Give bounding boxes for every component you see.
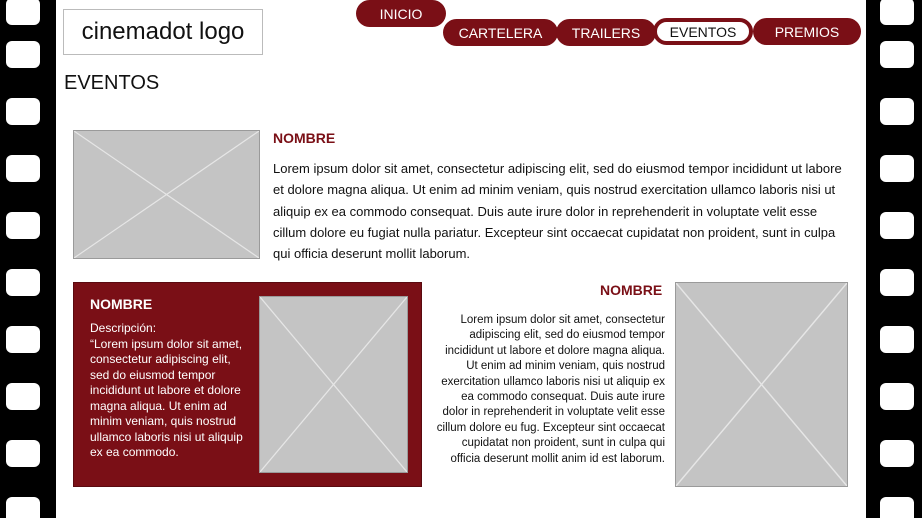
event-image-placeholder — [73, 130, 260, 259]
event-right-description: Lorem ipsum dolor sit amet, consectetur … — [436, 314, 665, 465]
film-sprocket-hole — [6, 98, 40, 125]
logo-text: cinemadot logo — [81, 18, 245, 45]
nav-label: EVENTOS — [669, 23, 737, 40]
nav-label: TRAILERS — [571, 24, 641, 41]
page-title: EVENTOS — [64, 72, 160, 94]
film-sprocket-hole — [6, 0, 40, 25]
film-sprocket-hole — [880, 497, 914, 518]
event-name: NOMBRE — [273, 130, 336, 146]
nav-item-premios[interactable]: PREMIOS — [753, 18, 861, 45]
film-sprocket-hole — [6, 497, 40, 518]
event-card[interactable]: NOMBRE Descripción: “Lorem ipsum dolor s… — [73, 282, 422, 487]
event-card-name: NOMBRE — [90, 296, 153, 312]
description-label: Descripción: — [90, 321, 157, 335]
film-sprocket-hole — [880, 269, 914, 296]
nav-item-cartelera[interactable]: CARTELERA — [443, 19, 558, 46]
film-sprocket-hole — [6, 155, 40, 182]
film-sprocket-hole — [6, 212, 40, 239]
film-sprocket-hole — [880, 383, 914, 410]
film-strip-right — [866, 0, 922, 518]
film-strip-left — [0, 0, 56, 518]
film-sprocket-hole — [880, 440, 914, 467]
film-sprocket-hole — [880, 326, 914, 353]
film-sprocket-hole — [880, 98, 914, 125]
event-description: Lorem ipsum dolor sit amet, consectetur … — [273, 161, 842, 262]
event-card-image-placeholder — [259, 296, 408, 473]
description-text: “Lorem ipsum dolor sit amet, consectetur… — [90, 336, 243, 460]
film-sprocket-hole — [880, 41, 914, 68]
film-sprocket-hole — [6, 269, 40, 296]
film-sprocket-hole — [880, 0, 914, 25]
film-sprocket-hole — [6, 440, 40, 467]
film-sprocket-hole — [6, 41, 40, 68]
page: cinemadot logo INICIO CARTELERA TRAILERS… — [56, 0, 866, 518]
nav-item-trailers[interactable]: TRAILERS — [556, 19, 656, 46]
nav-label: INICIO — [379, 5, 423, 22]
nav-label: CARTELERA — [458, 24, 543, 41]
nav-item-inicio[interactable]: INICIO — [356, 0, 446, 27]
logo[interactable]: cinemadot logo — [63, 9, 263, 55]
nav-item-eventos[interactable]: EVENTOS — [653, 18, 753, 45]
film-sprocket-hole — [880, 212, 914, 239]
film-sprocket-hole — [6, 326, 40, 353]
event-card-description: Descripción: “Lorem ipsum dolor sit amet… — [90, 321, 245, 461]
event-right-image-placeholder — [675, 282, 848, 487]
film-sprocket-hole — [6, 383, 40, 410]
film-sprocket-hole — [880, 155, 914, 182]
event-right-name: NOMBRE — [600, 282, 663, 298]
nav-label: PREMIOS — [774, 23, 840, 40]
